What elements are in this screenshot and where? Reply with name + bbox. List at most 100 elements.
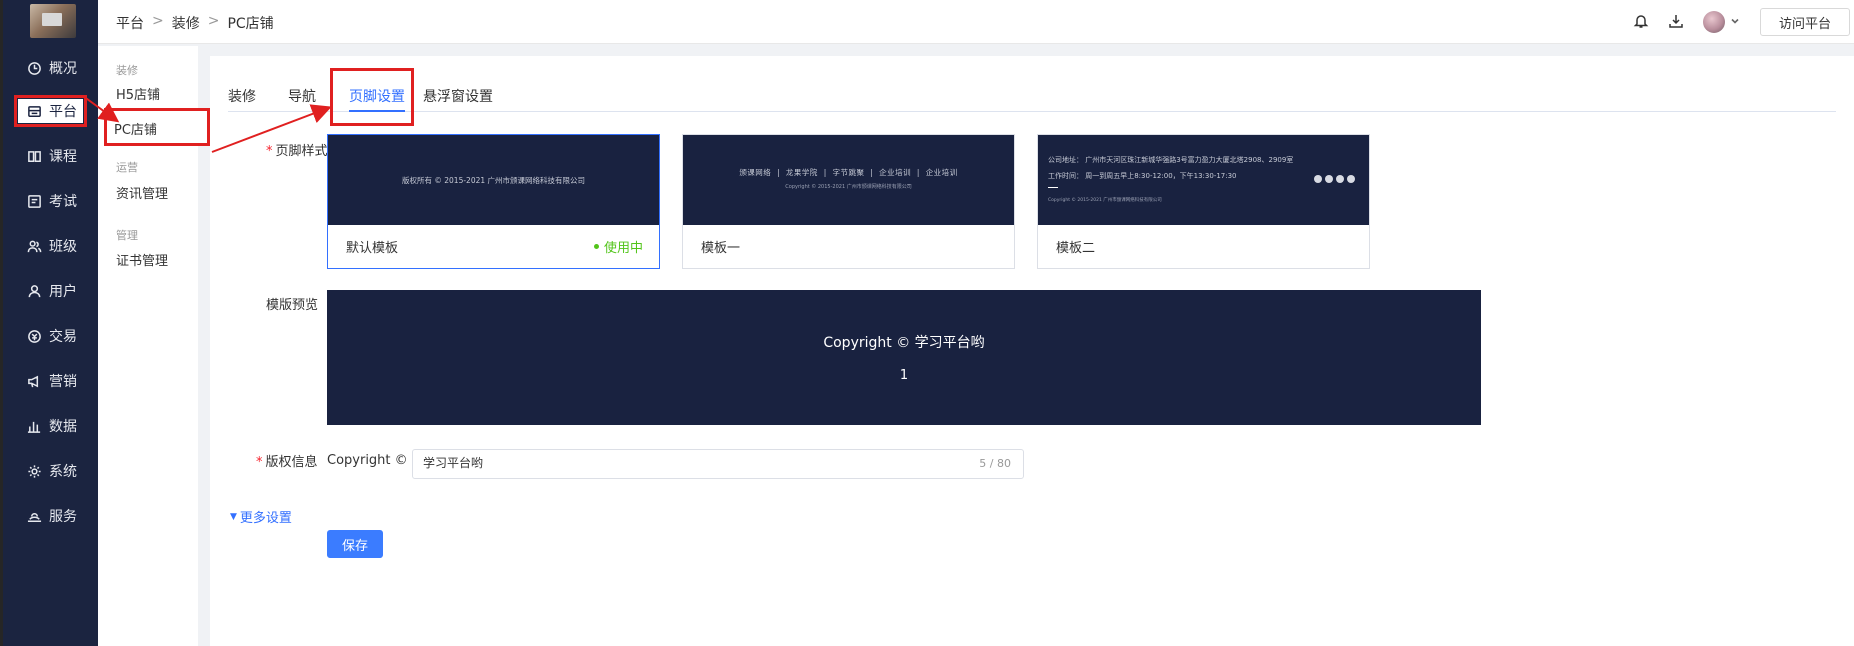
sidebar-item-system[interactable]: 系统 [26, 459, 77, 483]
submenu-item-news[interactable]: 资讯管理 [116, 183, 168, 202]
breadcrumb-item[interactable]: 装修 [172, 13, 200, 33]
sidebar-item-label: 平台 [49, 104, 77, 120]
content-card: 装修 导航 页脚设置 悬浮窗设置 * 页脚样式 版权所有 © 2015-2021 … [210, 56, 1854, 646]
sidebar-item-user[interactable]: 用户 [26, 279, 77, 303]
status-badge: 使用中 [593, 237, 643, 256]
thumb-address: 公司地址： 广州市天河区珠江新城华强路3号富力盈力大厦北塔2908、2909室 [1048, 156, 1294, 164]
main-sidebar: 概况 平台 课程 考试 班级 用户 交易 营销 数据 系统 服务 [0, 0, 98, 646]
group-icon [26, 238, 42, 254]
sidebar-item-platform[interactable]: 平台 [14, 95, 87, 127]
social-icon [1336, 175, 1344, 183]
clock-icon [26, 60, 42, 76]
copyright-prefix: Copyright © [327, 453, 408, 468]
user-icon [26, 283, 42, 299]
breadcrumb-separator: > [207, 13, 220, 29]
secondary-menu: 装修 H5店铺 PC店铺 运营 资讯管理 管理 证书管理 [98, 46, 210, 646]
breadcrumb: 平台 > 装修 > PC店铺 [116, 13, 274, 33]
save-button[interactable]: 保存 [327, 530, 383, 558]
copyright-label: * 版权信息 [256, 455, 318, 470]
submenu-group-title: 装修 [116, 64, 138, 77]
template-name: 默认模板 [346, 241, 399, 256]
store-icon [26, 103, 42, 119]
service-icon [26, 508, 42, 524]
sidebar-item-label: 班级 [49, 239, 77, 255]
footer-style-label: * 页脚样式 [266, 144, 328, 159]
app-logo[interactable] [30, 4, 76, 38]
breadcrumb-item[interactable]: 平台 [116, 13, 144, 33]
char-counter: 5 / 80 [979, 457, 1011, 470]
bar-chart-icon [26, 418, 42, 434]
sidebar-item-label: 服务 [49, 509, 77, 525]
download-icon[interactable] [1666, 11, 1686, 31]
sidebar-item-marketing[interactable]: 营销 [26, 369, 77, 393]
submenu-item-h5-store[interactable]: H5店铺 [116, 84, 160, 103]
submenu-group-title: 管理 [116, 229, 138, 242]
copyright-field[interactable]: 5 / 80 [412, 449, 1024, 479]
megaphone-icon [26, 373, 42, 389]
tab-bar: 装修 导航 页脚设置 悬浮窗设置 [228, 86, 1836, 112]
submenu-item-label: PC店铺 [114, 123, 157, 138]
breadcrumb-current: PC店铺 [227, 16, 274, 32]
book-icon [26, 148, 42, 164]
template-thumbnail: 版权所有 © 2015-2021 广州市颁课网络科技有限公司 [328, 135, 659, 225]
template-name: 模板一 [701, 241, 741, 256]
sidebar-item-exam[interactable]: 考试 [26, 189, 77, 213]
bell-icon[interactable] [1631, 11, 1651, 31]
preview-line-two: 1 [899, 368, 909, 383]
visit-platform-button[interactable]: 访问平台 [1760, 8, 1850, 36]
template-thumbnail: 颁课网络 | 龙果学院 | 字节跳聚 | 企业培训 | 企业培训 Copyrig… [683, 135, 1014, 225]
more-settings-toggle[interactable]: ▼ 更多设置 [230, 507, 292, 526]
submenu-group-title: 运营 [116, 161, 138, 174]
sidebar-item-label: 考试 [49, 194, 77, 210]
sidebar-item-label: 数据 [49, 419, 77, 435]
sidebar-item-course[interactable]: 课程 [26, 144, 77, 168]
thumb-social-icons [1314, 175, 1355, 183]
thumb-copyright: Copyright © 2015-2021 广州市颁课网络科技有限公司 [785, 184, 912, 190]
template-thumbnail: 公司地址： 广州市天河区珠江新城华强路3号富力盈力大厦北塔2908、2909室 … [1038, 135, 1369, 225]
social-icon [1347, 175, 1355, 183]
sidebar-item-label: 用户 [49, 284, 77, 300]
social-icon [1314, 175, 1322, 183]
sidebar-item-data[interactable]: 数据 [26, 414, 77, 438]
gear-icon [26, 463, 42, 479]
sidebar-item-label: 营销 [49, 374, 77, 390]
preview-copyright: Copyright © 学习平台哟 [823, 335, 985, 351]
annotation-box [330, 68, 414, 126]
sidebar-item-service[interactable]: 服务 [26, 504, 77, 528]
tab-floating-window[interactable]: 悬浮窗设置 [423, 86, 493, 106]
sidebar-edge [0, 0, 3, 646]
sidebar-item-overview[interactable]: 概况 [26, 56, 77, 80]
social-icon [1325, 175, 1333, 183]
chevron-down-icon[interactable] [1729, 15, 1741, 27]
preview-label: 模版预览 [266, 298, 319, 313]
transaction-icon [26, 328, 42, 344]
footer-preview: Copyright © 学习平台哟 1 [327, 290, 1481, 425]
more-settings-label: 更多设置 [239, 511, 292, 526]
sidebar-item-label: 系统 [49, 464, 77, 480]
sidebar-item-class[interactable]: 班级 [26, 234, 77, 258]
template-card-one[interactable]: 颁课网络 | 龙果学院 | 字节跳聚 | 企业培训 | 企业培训 Copyrig… [682, 134, 1015, 269]
exam-icon [26, 193, 42, 209]
sidebar-item-label: 概况 [49, 61, 77, 77]
sidebar-item-label: 课程 [49, 149, 77, 165]
status-dot [593, 244, 599, 249]
thumb-hours: 工作时间： 周一到周五早上8:30-12:00，下午13:30-17:30 [1048, 172, 1237, 180]
thumb-text: 版权所有 © 2015-2021 广州市颁课网络科技有限公司 [401, 176, 586, 185]
submenu-item-certificate[interactable]: 证书管理 [116, 250, 168, 269]
copyright-input[interactable] [423, 455, 923, 469]
sidebar-item-transaction[interactable]: 交易 [26, 324, 77, 348]
avatar[interactable] [1703, 11, 1725, 33]
submenu-item-pc-store[interactable]: PC店铺 [104, 108, 210, 146]
caret-down-icon: ▼ [230, 511, 237, 522]
tab-decoration[interactable]: 装修 [228, 86, 256, 106]
sidebar-item-label: 交易 [49, 329, 77, 345]
thumb-copyright: Copyright © 2015-2021 广州市颁课网络科技有限公司 [1048, 198, 1162, 203]
top-header: 平台 > 装修 > PC店铺 访问平台 [98, 0, 1854, 44]
template-name: 模板二 [1056, 241, 1096, 256]
thumb-divider [1048, 187, 1058, 188]
tab-navigation[interactable]: 导航 [288, 86, 316, 106]
breadcrumb-separator: > [152, 13, 164, 29]
thumb-links: 颁课网络 | 龙果学院 | 字节跳聚 | 企业培训 | 企业培训 [739, 168, 958, 177]
template-card-two[interactable]: 公司地址： 广州市天河区珠江新城华强路3号富力盈力大厦北塔2908、2909室 … [1037, 134, 1370, 269]
template-card-default[interactable]: 版权所有 © 2015-2021 广州市颁课网络科技有限公司 默认模板 使用中 [327, 134, 660, 269]
